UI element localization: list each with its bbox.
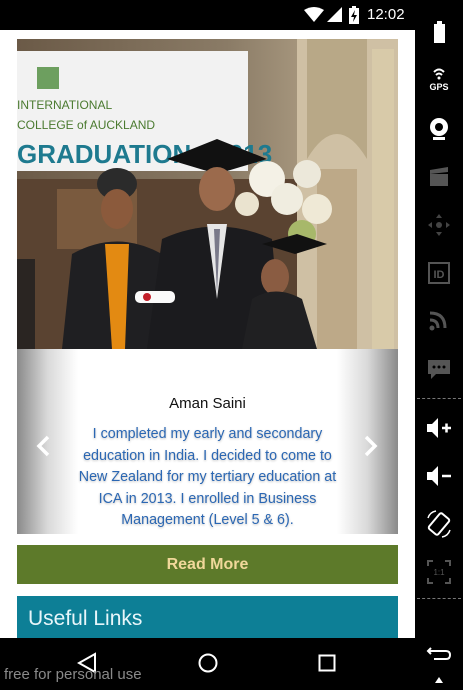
testimonial-name: Aman Saini: [169, 395, 246, 412]
back-icon[interactable]: [424, 638, 454, 668]
toolbar-divider: [417, 398, 461, 399]
watermark-text: free for personal use: [4, 666, 142, 683]
wifi-icon: [304, 7, 324, 28]
status-time: 12:02: [367, 6, 405, 23]
svg-text:GPS: GPS: [429, 82, 448, 92]
rss-icon[interactable]: [424, 306, 454, 336]
testimonial-caption: Aman Saini I completed my early and seco…: [17, 349, 398, 534]
banner-line2: COLLEGE of AUCKLAND: [17, 118, 155, 132]
gps-icon[interactable]: GPS: [424, 66, 454, 96]
graduation-photo: INTERNATIONAL COLLEGE of AUCKLAND GRADUA…: [17, 39, 398, 349]
svg-text:ID: ID: [434, 269, 445, 281]
battery-icon[interactable]: [424, 18, 454, 48]
sms-icon[interactable]: [424, 354, 454, 384]
toolbar-divider: [417, 598, 461, 599]
status-bar: 12:02: [0, 0, 415, 30]
volume-down-icon[interactable]: [424, 461, 454, 491]
banner-line1: INTERNATIONAL: [17, 98, 112, 112]
scale-icon[interactable]: 1:1: [424, 557, 454, 587]
signal-icon: [327, 7, 343, 28]
dpad-icon[interactable]: [424, 210, 454, 240]
nav-recents-icon[interactable]: [318, 654, 336, 677]
testimonial-text: I completed my early and secondary educa…: [78, 426, 337, 528]
testimonial-slider[interactable]: INTERNATIONAL COLLEGE of AUCKLAND GRADUA…: [17, 39, 398, 534]
chevron-right-icon[interactable]: [360, 434, 380, 458]
chevron-left-icon[interactable]: [34, 434, 54, 458]
id-icon[interactable]: ID: [424, 258, 454, 288]
useful-links-header[interactable]: Useful Links: [17, 596, 398, 638]
useful-links-title: Useful Links: [28, 607, 143, 630]
nav-home-icon[interactable]: [197, 652, 219, 679]
menu-icon[interactable]: [424, 672, 454, 686]
battery-charging-icon: [349, 6, 359, 29]
emulator-toolbar: GPS ID 1:1: [415, 0, 463, 690]
app-content: INTERNATIONAL COLLEGE of AUCKLAND GRADUA…: [0, 30, 415, 638]
volume-up-icon[interactable]: [424, 413, 454, 443]
device-screen: 12:02 INTERNATIONAL COLLEGE of AUCKLAND …: [0, 0, 415, 690]
read-more-button[interactable]: Read More: [17, 545, 398, 584]
navigation-bar: free for personal use: [0, 638, 415, 690]
svg-text:1:1: 1:1: [433, 568, 445, 577]
clapperboard-icon[interactable]: [424, 162, 454, 192]
webcam-icon[interactable]: [424, 114, 454, 144]
rotate-icon[interactable]: [424, 509, 454, 539]
